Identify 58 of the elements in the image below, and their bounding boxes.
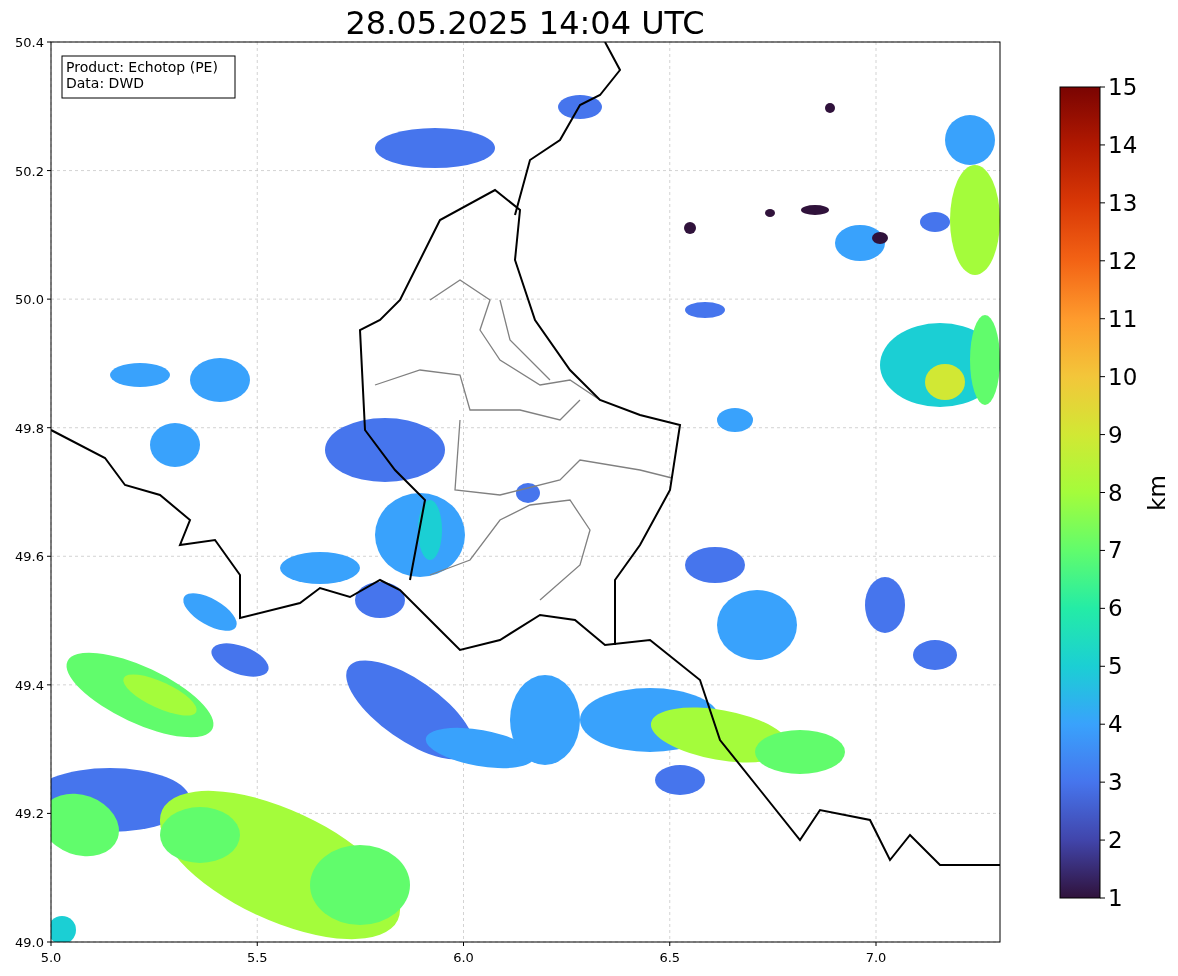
legend-text: Product: Echotop (PE) [66, 59, 218, 75]
tick-mark [46, 812, 52, 814]
colorbar-tick-label: 7 [1108, 537, 1123, 564]
tick-mark [46, 298, 52, 300]
tick-mark [46, 41, 52, 43]
tick-mark [256, 941, 258, 947]
tick-mark [1099, 434, 1106, 436]
axis-tick-label: 50.4 [15, 35, 44, 50]
axis-tick-label: 49.8 [15, 420, 44, 436]
axis-tick-label: 6.0 [453, 950, 474, 965]
colorbar-tick-label: 3 [1108, 769, 1123, 796]
tick-mark [1099, 492, 1106, 493]
colorbar-tick-label: 9 [1108, 421, 1123, 448]
colorbar-tick-label: 4 [1108, 711, 1123, 738]
tick-mark [46, 684, 52, 686]
tick-mark [1099, 897, 1106, 899]
tick-mark [1099, 549, 1106, 551]
colorbar-tick-label: 6 [1108, 595, 1123, 622]
axis-tick-label: 7.0 [865, 950, 887, 965]
tick-mark [1099, 723, 1106, 725]
colorbar-tick-label: 14 [1108, 131, 1138, 158]
tick-mark [46, 555, 52, 557]
legend-text: Data: DWD [66, 75, 144, 91]
tick-mark [463, 941, 464, 947]
colorbar-tick-label: 11 [1108, 305, 1138, 332]
colorbar-tick-label: 10 [1108, 363, 1138, 390]
tick-mark [1099, 144, 1106, 146]
axis-tick-label: 49.2 [15, 806, 44, 822]
colorbar-tick-label: 1 [1108, 885, 1123, 911]
axis-tick-label: 5.0 [40, 950, 62, 965]
colorbar-tick-label: 15 [1108, 74, 1138, 100]
tick-mark [669, 941, 671, 947]
colorbar-tick-label: 2 [1108, 827, 1123, 854]
tick-mark [46, 170, 52, 172]
axis-tick-label: 49.6 [15, 549, 44, 565]
colorbar-tick-label: 5 [1108, 653, 1123, 680]
tick-mark [1099, 607, 1106, 609]
colorbar-label: km [1144, 475, 1170, 511]
axis-tick-label: 5.5 [246, 950, 268, 965]
colorbar-tick-label: 13 [1108, 189, 1138, 216]
axis-tick-label: 49.4 [15, 677, 44, 693]
axis-tick-label: 6.5 [659, 950, 681, 965]
tick-mark [46, 427, 52, 429]
tick-mark [1099, 86, 1106, 88]
chart-title: 28.05.2025 14:04 UTC [345, 4, 705, 42]
tick-mark [1099, 781, 1106, 783]
tick-mark [1099, 260, 1106, 262]
tick-mark [1099, 318, 1106, 320]
tick-mark [1099, 376, 1106, 378]
axis-tick-label: 49.0 [15, 935, 44, 950]
colorbar-tick-label: 12 [1108, 247, 1138, 274]
colorbar-tick-label: 8 [1108, 479, 1123, 506]
tick-mark [1099, 202, 1106, 204]
tick-mark [1099, 839, 1106, 841]
tick-mark [875, 941, 877, 947]
axis-tick-label: 50.0 [15, 292, 44, 308]
tick-mark [1099, 665, 1106, 667]
axis-tick-label: 50.2 [15, 163, 44, 179]
